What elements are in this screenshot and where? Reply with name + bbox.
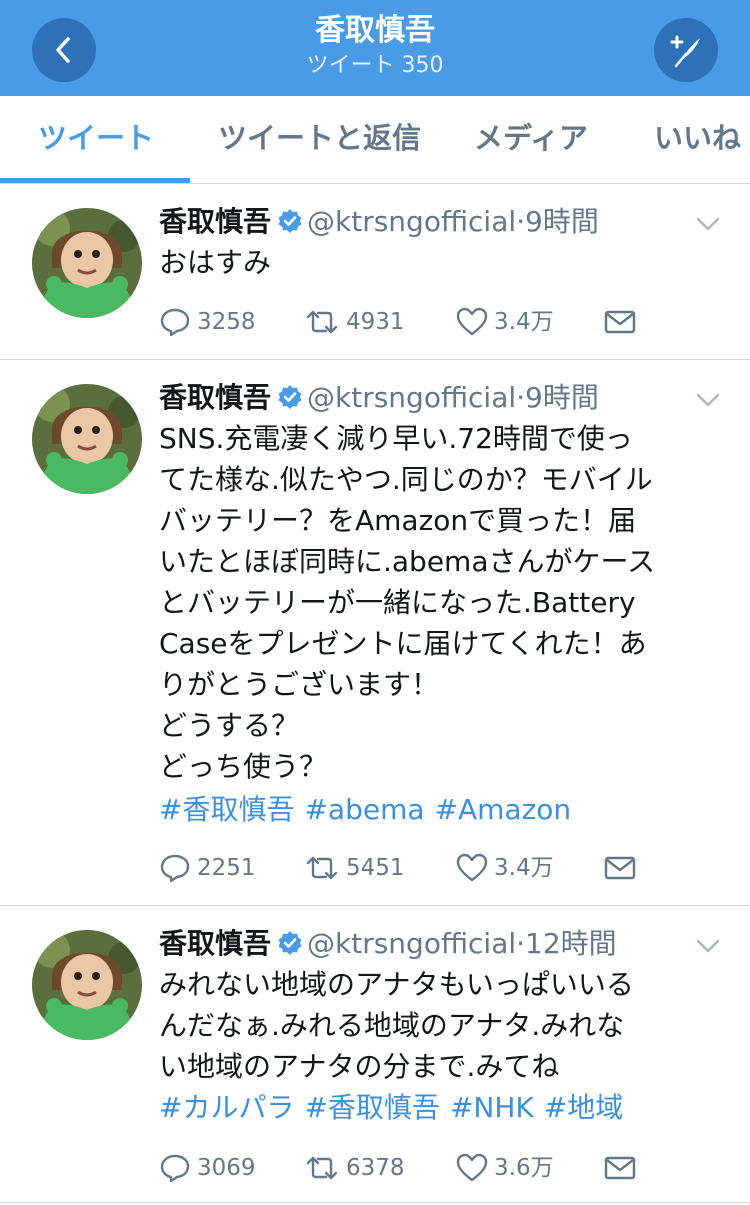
- direct-message-icon: [604, 856, 636, 880]
- tweet-item[interactable]: 香取慎吾 @ktrsngofficial·12時間 みれない地域のアナタもいっぱい…: [0, 906, 750, 1203]
- retweet-icon: [306, 1156, 338, 1180]
- reply-icon: [160, 308, 190, 337]
- tweet-count: ツイート 350: [306, 53, 444, 78]
- chevron-down-icon[interactable]: [694, 936, 722, 956]
- tweet-text: SNS.充電凄く減り早い.72時間で使っ てた様な.似たやつ.同じのか？モバイル…: [159, 422, 656, 783]
- tweet-item[interactable]: 香取慎吾 @ktrsngofficial·9時間 SNS.充電凄く減り早い.72時…: [0, 360, 750, 906]
- tab-media[interactable]: メディア: [474, 96, 588, 184]
- compose-tweet-button[interactable]: [654, 18, 718, 82]
- retweet-icon: [306, 856, 338, 880]
- active-tab-indicator: [0, 178, 190, 183]
- reply-button[interactable]: 3069: [159, 1150, 256, 1186]
- author-name[interactable]: 香取慎吾: [159, 205, 271, 238]
- author-handle[interactable]: @ktrsngofficial: [307, 381, 516, 414]
- author-name[interactable]: 香取慎吾: [159, 381, 271, 414]
- retweet-count: 5451: [346, 855, 405, 881]
- tweet-header: 香取慎吾 @ktrsngofficial·9時間: [159, 202, 599, 242]
- like-count: 3.4万: [494, 855, 554, 881]
- reply-button[interactable]: 2251: [159, 850, 256, 886]
- direct-message-button[interactable]: [604, 304, 642, 340]
- hashtag-list: #香取慎吾 #abema #Amazon: [159, 790, 581, 830]
- reply-icon: [160, 854, 190, 883]
- like-heart-icon: [456, 853, 488, 882]
- like-button[interactable]: 3.4万: [456, 304, 554, 340]
- tweet-header: 香取慎吾 @ktrsngofficial·12時間: [159, 924, 617, 964]
- reply-icon: [160, 1154, 190, 1183]
- tweet-time[interactable]: 9時間: [525, 205, 599, 238]
- author-name[interactable]: 香取慎吾: [159, 927, 271, 960]
- retweet-button[interactable]: 5451: [304, 850, 405, 886]
- meta-separator: ·: [516, 927, 526, 960]
- hashtag-link[interactable]: #Amazon: [435, 793, 572, 826]
- direct-message-icon: [604, 1156, 636, 1180]
- tweet-header: 香取慎吾 @ktrsngofficial·9時間: [159, 378, 599, 418]
- verified-badge-icon: [278, 385, 302, 409]
- verified-badge-icon: [278, 931, 302, 955]
- hashtag-link[interactable]: #NHK: [450, 1091, 534, 1124]
- like-button[interactable]: 3.6万: [456, 1150, 554, 1186]
- profile-title: 香取慎吾: [315, 13, 435, 48]
- direct-message-button[interactable]: [604, 1150, 642, 1186]
- like-heart-icon: [456, 1153, 488, 1182]
- avatar[interactable]: [32, 384, 142, 494]
- tab-likes[interactable]: いいね: [654, 96, 741, 184]
- reply-count: 3258: [197, 309, 256, 335]
- like-count: 3.6万: [494, 1155, 554, 1181]
- avatar[interactable]: [32, 208, 142, 318]
- hashtag-link[interactable]: #地域: [544, 1091, 623, 1124]
- retweet-button[interactable]: 4931: [304, 304, 405, 340]
- retweet-count: 4931: [346, 309, 405, 335]
- like-heart-icon: [456, 307, 488, 336]
- chevron-down-icon[interactable]: [694, 390, 722, 410]
- author-handle[interactable]: @ktrsngofficial: [307, 205, 516, 238]
- tweet-time[interactable]: 9時間: [525, 381, 599, 414]
- direct-message-button[interactable]: [604, 850, 642, 886]
- like-count: 3.4万: [494, 309, 554, 335]
- tab-tweets[interactable]: ツイート: [38, 96, 154, 184]
- direct-message-icon: [604, 310, 636, 334]
- hashtag-link[interactable]: #カルパラ: [159, 1091, 294, 1124]
- tab-tweets-and-replies[interactable]: ツイートと返信: [218, 96, 421, 184]
- meta-separator: ·: [516, 205, 526, 238]
- profile-tabs: ツイート ツイートと返信 メディア いいね: [0, 96, 750, 184]
- author-handle[interactable]: @ktrsngofficial: [307, 927, 516, 960]
- like-button[interactable]: 3.4万: [456, 850, 554, 886]
- hashtag-link[interactable]: #香取慎吾: [159, 793, 294, 826]
- retweet-icon: [306, 310, 338, 334]
- tweet-text: みれない地域のアナタもいっぱいいる んだなぁ.みれる地域のアナタ.みれな い地域…: [159, 968, 634, 1083]
- retweet-button[interactable]: 6378: [304, 1150, 405, 1186]
- header-bar: 香取慎吾 ツイート 350: [0, 0, 750, 96]
- hashtag-link[interactable]: #香取慎吾: [304, 1091, 439, 1124]
- avatar[interactable]: [32, 930, 142, 1040]
- meta-separator: ·: [516, 381, 526, 414]
- retweet-count: 6378: [346, 1155, 405, 1181]
- hashtag-list: #カルパラ #香取慎吾 #NHK #地域: [159, 1088, 633, 1128]
- verified-badge-icon: [278, 209, 302, 233]
- tweet-text: おはすみ: [159, 246, 272, 279]
- reply-button[interactable]: 3258: [159, 304, 256, 340]
- compose-quill-icon: [670, 35, 700, 68]
- hashtag-link[interactable]: #abema: [304, 793, 424, 826]
- tweet-time[interactable]: 12時間: [525, 927, 617, 960]
- tweet-item[interactable]: 香取慎吾 @ktrsngofficial·9時間 おはすみ 3258 4931 3…: [0, 184, 750, 360]
- chevron-down-icon[interactable]: [694, 214, 722, 234]
- reply-count: 3069: [197, 1155, 256, 1181]
- reply-count: 2251: [197, 855, 256, 881]
